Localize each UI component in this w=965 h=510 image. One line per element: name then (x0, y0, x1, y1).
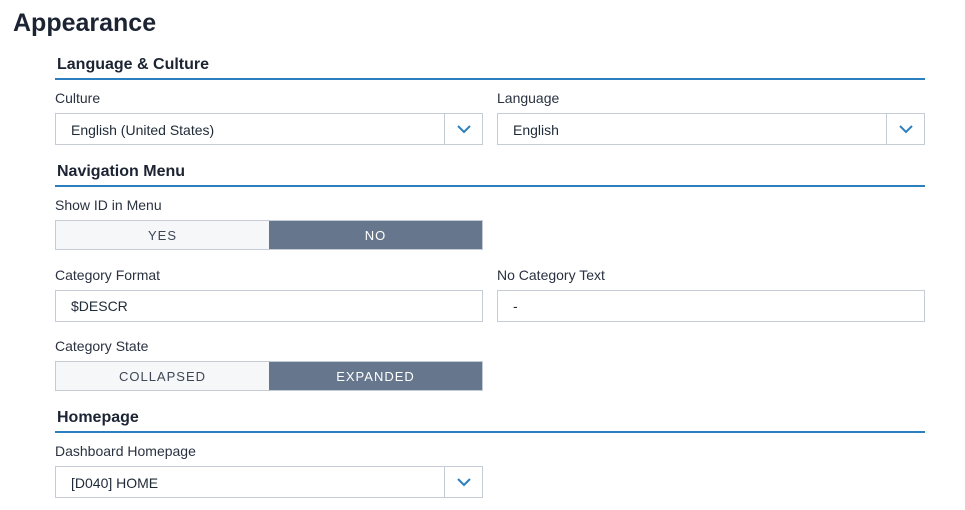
section-header-navigation-menu: Navigation Menu (55, 163, 925, 187)
category-state-collapsed-option[interactable]: COLLAPSED (56, 362, 269, 390)
culture-value: English (United States) (71, 122, 215, 138)
show-id-no-option[interactable]: NO (269, 221, 482, 249)
category-format-input[interactable] (55, 290, 483, 322)
section-title: Navigation Menu (57, 163, 186, 180)
dashboard-homepage-select[interactable]: [D040] HOME (55, 466, 483, 498)
dashboard-homepage-label: Dashboard Homepage (55, 443, 196, 459)
language-label: Language (497, 90, 560, 106)
section-header-homepage: Homepage (55, 409, 925, 433)
section-title: Language & Culture (57, 56, 210, 73)
chevron-down-icon[interactable] (444, 467, 482, 497)
category-state-label: Category State (55, 338, 149, 354)
show-id-yes-option[interactable]: YES (56, 221, 269, 249)
category-state-expanded-option[interactable]: EXPANDED (269, 362, 482, 390)
section-header-language-culture: Language & Culture (55, 56, 925, 80)
category-format-label: Category Format (55, 267, 161, 283)
show-id-label: Show ID in Menu (55, 197, 162, 213)
show-id-toggle: YES NO (55, 220, 483, 250)
no-category-text-input[interactable] (497, 290, 925, 322)
language-select[interactable]: English (497, 113, 925, 145)
language-value: English (513, 122, 559, 138)
chevron-down-icon[interactable] (886, 114, 924, 144)
culture-select[interactable]: English (United States) (55, 113, 483, 145)
chevron-down-icon[interactable] (444, 114, 482, 144)
section-title: Homepage (57, 409, 139, 426)
page-title: Appearance (13, 9, 157, 37)
dashboard-homepage-value: [D040] HOME (71, 475, 159, 491)
no-category-text-label: No Category Text (497, 267, 605, 283)
culture-label: Culture (55, 90, 101, 106)
category-state-toggle: COLLAPSED EXPANDED (55, 361, 483, 391)
